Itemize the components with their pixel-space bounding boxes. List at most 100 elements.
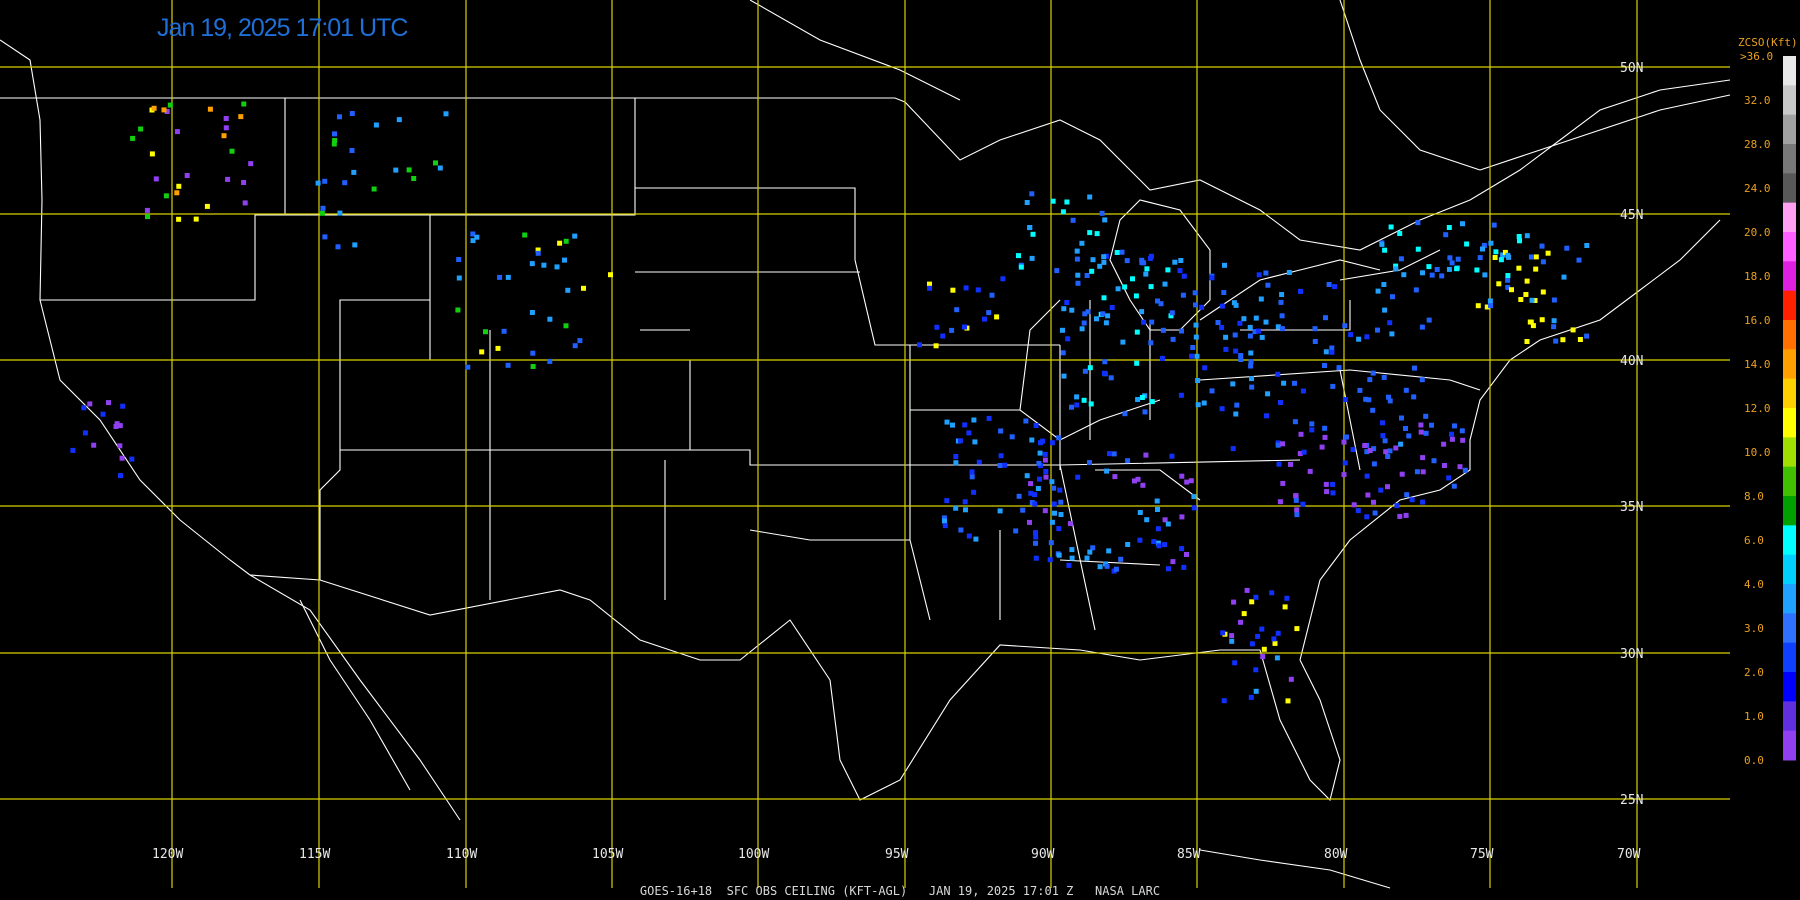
station-marker	[1272, 640, 1278, 646]
station-marker	[505, 274, 511, 280]
station-marker	[118, 473, 123, 479]
station-marker	[1048, 540, 1054, 546]
station-marker	[1087, 365, 1093, 371]
station-marker	[1462, 467, 1468, 473]
station-marker	[1459, 428, 1465, 434]
station-marker	[1560, 337, 1566, 343]
station-marker	[1233, 302, 1239, 308]
station-marker	[1401, 272, 1407, 278]
latitude-label: 35N	[1620, 500, 1643, 515]
station-marker	[1480, 246, 1485, 252]
station-marker	[1364, 334, 1370, 340]
station-marker	[1178, 392, 1184, 398]
station-marker	[1061, 373, 1067, 379]
colorbar-swatch	[1783, 114, 1796, 145]
station-marker	[1184, 552, 1189, 557]
station-marker	[1233, 411, 1239, 417]
station-marker	[130, 135, 136, 141]
station-marker	[1426, 317, 1432, 323]
colorbar-swatch	[1783, 320, 1796, 350]
station-marker	[349, 148, 355, 153]
colorbar-swatch	[1783, 613, 1796, 644]
colorbar-swatch	[1783, 525, 1796, 556]
station-marker	[396, 117, 402, 123]
station-marker	[1177, 268, 1183, 274]
station-marker	[1292, 380, 1297, 386]
station-marker	[1367, 377, 1373, 383]
station-marker	[1449, 436, 1455, 442]
station-marker	[1446, 225, 1452, 230]
station-marker	[1447, 255, 1453, 261]
station-marker	[1125, 458, 1131, 464]
station-marker	[352, 242, 358, 248]
station-marker	[91, 442, 97, 448]
station-marker	[1404, 492, 1410, 498]
station-marker	[1165, 267, 1171, 273]
station-marker	[1492, 255, 1498, 260]
station-marker	[1487, 298, 1493, 304]
station-marker	[1551, 318, 1557, 324]
station-marker	[522, 232, 528, 238]
station-marker	[1219, 406, 1225, 412]
station-marker	[1323, 481, 1329, 487]
station-marker	[337, 114, 342, 120]
station-marker	[1032, 501, 1038, 507]
station-marker	[1249, 599, 1255, 605]
longitude-labels: 120W 115W 110W 105W 100W 95W 90W 85W 80W 75W 70W	[152, 847, 1641, 862]
station-marker	[1056, 552, 1062, 558]
border-line	[1339, 369, 1361, 471]
station-marker	[1312, 326, 1318, 332]
station-marker	[1431, 458, 1437, 464]
colorbar-tick-label: 18.0	[1744, 270, 1771, 283]
border-line	[1479, 94, 1731, 171]
station-marker	[1052, 510, 1057, 516]
station-marker	[1419, 377, 1425, 383]
station-marker	[1351, 502, 1357, 508]
station-marker	[1319, 444, 1325, 450]
station-marker	[1069, 547, 1075, 553]
station-marker	[1426, 264, 1432, 270]
border-line	[1019, 299, 1061, 411]
station-marker	[1300, 388, 1306, 394]
station-marker	[120, 403, 126, 409]
station-marker	[1329, 345, 1335, 351]
station-marker	[1248, 694, 1254, 700]
station-marker	[474, 234, 480, 240]
station-marker	[207, 106, 213, 112]
station-marker	[572, 233, 578, 239]
station-marker	[1278, 299, 1284, 305]
station-marker	[174, 190, 180, 196]
border-line	[1199, 849, 1391, 889]
station-marker	[1281, 380, 1287, 386]
station-marker	[1350, 447, 1356, 453]
station-marker	[1033, 540, 1038, 546]
station-marker	[1170, 336, 1176, 342]
station-marker	[1348, 332, 1354, 338]
station-marker	[406, 167, 412, 173]
station-marker	[1418, 429, 1424, 435]
station-marker	[1278, 400, 1283, 405]
station-marker	[1434, 267, 1440, 272]
station-marker	[1013, 528, 1019, 534]
station-marker	[1388, 224, 1394, 230]
station-marker	[1423, 430, 1429, 436]
longitude-label: 85W	[1177, 847, 1201, 862]
station-marker	[1201, 400, 1207, 406]
longitude-label: 70W	[1617, 847, 1641, 862]
station-marker	[1441, 441, 1447, 447]
station-marker	[1027, 225, 1033, 230]
border-line	[1240, 300, 1351, 331]
station-marker	[1259, 626, 1265, 632]
station-marker	[1215, 320, 1221, 325]
border-line	[1059, 559, 1161, 566]
station-marker	[1232, 660, 1238, 666]
station-marker	[1505, 273, 1511, 278]
station-marker	[1533, 266, 1539, 272]
station-marker	[1256, 328, 1261, 334]
station-marker	[1049, 479, 1055, 485]
border-line	[0, 39, 251, 576]
station-marker	[1294, 507, 1300, 513]
station-marker	[1409, 497, 1415, 503]
station-marker	[1249, 376, 1254, 382]
colorbar-swatch	[1783, 232, 1796, 262]
